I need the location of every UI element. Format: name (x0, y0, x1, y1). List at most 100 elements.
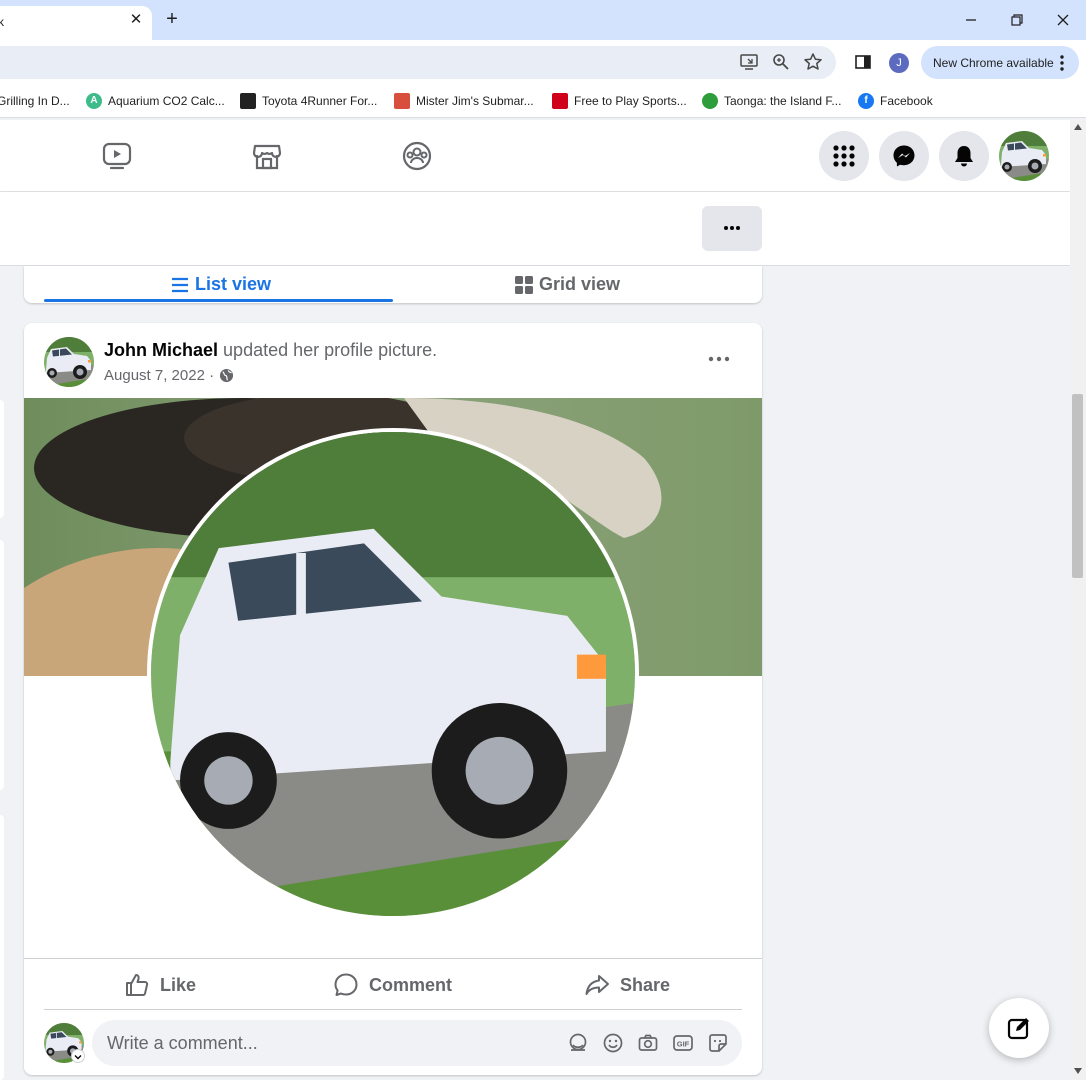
scroll-down-arrow-icon[interactable] (1074, 1068, 1082, 1074)
like-label: Like (160, 974, 197, 995)
thumbs-up-icon (126, 974, 149, 996)
comment-placeholder: Write a comment... (107, 1033, 258, 1053)
update-label: New Chrome available (933, 56, 1054, 70)
account-avatar[interactable] (999, 131, 1049, 181)
share-button[interactable]: Share (584, 959, 670, 1011)
restore-window-icon[interactable] (1007, 10, 1027, 30)
bookmark-label: Mister Jim's Submar... (416, 94, 534, 108)
new-message-button[interactable] (989, 998, 1049, 1058)
emoji-icon[interactable] (602, 1032, 624, 1054)
tab-close-icon[interactable]: ✕ (128, 12, 144, 28)
facebook-favicon: f (858, 93, 874, 109)
new-tab-button[interactable]: + (162, 9, 182, 29)
browser-tab[interactable]: k ✕ (0, 6, 152, 40)
side-panel-icon[interactable] (853, 52, 873, 72)
messenger-icon (893, 145, 915, 167)
close-window-icon[interactable] (1053, 10, 1073, 30)
svg-text:GIF: GIF (677, 1040, 690, 1049)
browser-toolbar: J New Chrome available (0, 40, 1086, 84)
bookmark-item[interactable]: Grilling In D... (0, 92, 70, 110)
grid-icon (515, 275, 533, 294)
bookmark-label: Toyota 4Runner For... (262, 94, 378, 108)
espn-favicon (552, 93, 568, 109)
marketplace-icon[interactable] (251, 140, 283, 172)
tab-list-view[interactable]: List view (170, 266, 271, 303)
menu-grid-icon (833, 145, 855, 167)
avatar-sticker-icon[interactable] (567, 1032, 589, 1054)
bookmark-label: Grilling In D... (0, 94, 70, 108)
active-tab-indicator (44, 299, 393, 302)
notifications-button[interactable] (939, 131, 989, 181)
messenger-button[interactable] (879, 131, 929, 181)
globe-icon[interactable] (219, 368, 234, 383)
chrome-profile-avatar[interactable]: J (889, 53, 909, 73)
profile-picture-post: John Michael updated her profile picture… (24, 323, 762, 1075)
chrome-update-button[interactable]: New Chrome available (921, 46, 1079, 79)
truck-avatar-image (999, 131, 1049, 181)
address-bar[interactable] (0, 46, 836, 79)
more-dots-icon (724, 226, 740, 230)
bookmarks-bar: Grilling In D... A Aquarium CO2 Calc... T… (0, 84, 1086, 118)
compose-edit-icon (1007, 1018, 1029, 1040)
left-column-card (0, 815, 4, 1080)
minimize-window-icon[interactable] (961, 10, 981, 30)
toyota-forum-favicon (240, 93, 256, 109)
post-author-avatar[interactable] (44, 337, 94, 387)
comment-button[interactable]: Comment (333, 959, 452, 1011)
tab-grid-view[interactable]: Grid view (514, 266, 620, 303)
chrome-menu-kebab-icon[interactable] (1059, 54, 1065, 72)
bookmark-label: Aquarium CO2 Calc... (108, 94, 225, 108)
notifications-bell-icon (955, 146, 973, 167)
taonga-favicon (702, 93, 718, 109)
bookmark-star-icon[interactable] (803, 52, 823, 72)
bookmark-item[interactable]: A Aquarium CO2 Calc... (86, 92, 225, 110)
bookmark-item[interactable]: Mister Jim's Submar... (394, 92, 534, 110)
sticker-icon[interactable] (707, 1032, 729, 1054)
profile-subheader (0, 192, 1070, 266)
camera-icon[interactable] (637, 1032, 659, 1054)
truck-avatar-image (44, 337, 94, 387)
grid-view-label: Grid view (539, 274, 621, 294)
bookmark-label: Taonga: the Island F... (724, 94, 842, 108)
post-actions-bar: Like Comment Share (24, 958, 762, 1010)
comment-label: Comment (369, 974, 453, 995)
facebook-top-nav (0, 120, 1070, 191)
zoom-icon[interactable] (771, 52, 791, 72)
like-button[interactable]: Like (124, 959, 196, 1011)
page-scrollbar[interactable] (1070, 120, 1086, 1080)
scroll-up-arrow-icon[interactable] (1074, 124, 1082, 130)
profile-picture-image[interactable] (147, 428, 639, 920)
tab-title: k (0, 15, 4, 29)
list-view-label: List view (195, 274, 272, 294)
post-action-text: updated her profile picture. (223, 340, 438, 360)
profile-more-button[interactable] (702, 206, 762, 251)
bookmark-label: Facebook (880, 94, 933, 108)
bookmark-item[interactable]: Free to Play Sports... (552, 92, 687, 110)
browser-tab-strip: k ✕ + (0, 0, 1086, 40)
scrollbar-thumb[interactable] (1072, 394, 1083, 578)
aquarium-favicon: A (86, 93, 102, 109)
menu-button[interactable] (819, 131, 869, 181)
bookmark-item[interactable]: Taonga: the Island F... (702, 92, 841, 110)
groups-icon[interactable] (401, 140, 433, 172)
posts-view-toggle: List view Grid view (24, 266, 762, 303)
chevron-down-icon[interactable] (71, 1049, 85, 1063)
post-author-name[interactable]: John Michael (104, 340, 218, 360)
left-column-card (0, 400, 4, 518)
list-icon (172, 277, 188, 292)
post-headline: John Michael updated her profile picture… (104, 340, 437, 361)
watch-icon[interactable] (101, 140, 133, 172)
cast-icon[interactable] (739, 52, 759, 72)
share-label: Share (620, 974, 671, 995)
gif-icon[interactable]: GIF (672, 1032, 694, 1054)
bookmark-item[interactable]: Toyota 4Runner For... (240, 92, 377, 110)
comment-input[interactable]: Write a comment... GIF (92, 1020, 742, 1066)
post-options-icon[interactable] (704, 349, 734, 369)
post-meta: August 7, 2022 · (104, 367, 234, 384)
bookmark-item[interactable]: f Facebook (858, 92, 933, 110)
left-column-card (0, 540, 4, 790)
bookmark-label: Free to Play Sports... (574, 94, 687, 108)
comment-bubble-icon (334, 973, 358, 996)
post-date[interactable]: August 7, 2022 · (104, 367, 214, 384)
share-arrow-icon (585, 975, 609, 995)
